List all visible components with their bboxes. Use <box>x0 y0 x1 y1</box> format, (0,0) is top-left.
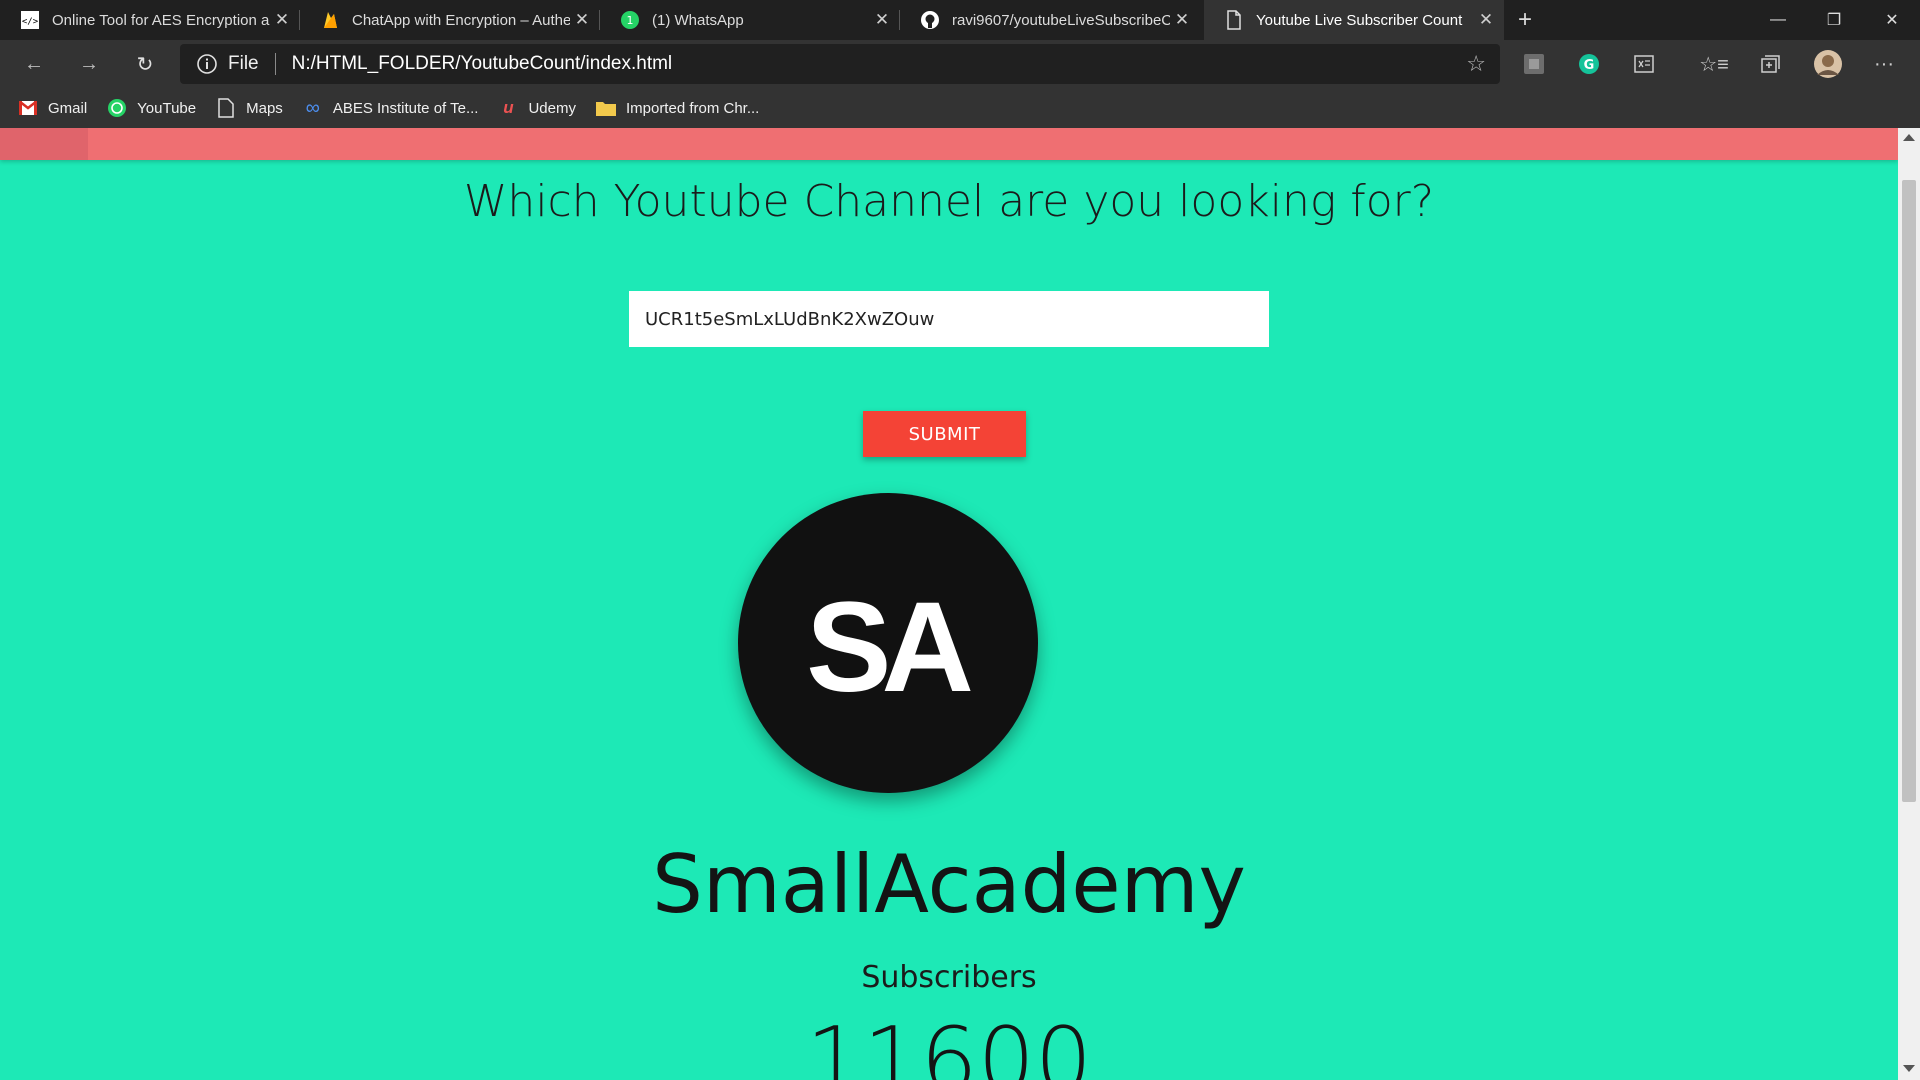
tab-youtube-count[interactable]: Youtube Live Subscriber Count ✕ <box>1204 0 1504 40</box>
channel-logo-text: SA <box>806 575 974 719</box>
scroll-down-icon[interactable] <box>1903 1065 1915 1072</box>
channel-name: SmallAcademy <box>652 838 1246 931</box>
tab-aes-tool[interactable]: </> Online Tool for AES Encryption a ✕ <box>0 0 300 40</box>
nav-bar-button[interactable] <box>0 128 88 160</box>
scheme-label: File <box>228 53 259 74</box>
restore-icon[interactable]: ❐ <box>1806 0 1862 40</box>
tab-strip: </> Online Tool for AES Encryption a ✕ C… <box>0 0 1920 40</box>
svg-text:</>: </> <box>22 17 39 27</box>
favorites-icon[interactable]: ☆≡ <box>1699 50 1729 78</box>
address-bar[interactable]: File N:/HTML_FOLDER/YoutubeCount/index.h… <box>180 44 1500 84</box>
bookmark-imported-folder[interactable]: Imported from Chr... <box>595 98 760 118</box>
info-icon[interactable] <box>196 53 218 75</box>
close-window-icon[interactable]: ✕ <box>1864 0 1920 40</box>
scroll-up-icon[interactable] <box>1903 134 1915 141</box>
vertical-scrollbar[interactable] <box>1898 128 1920 1080</box>
close-icon[interactable]: ✕ <box>1474 10 1498 30</box>
subscribers-label: Subscribers <box>861 960 1037 995</box>
svg-text:G: G <box>1584 58 1595 73</box>
submit-button[interactable]: SUBMIT <box>863 411 1026 457</box>
more-menu-icon[interactable]: ··· <box>1870 50 1898 78</box>
page-viewport: Which Youtube Channel are you looking fo… <box>0 128 1898 1080</box>
infinity-icon: ∞ <box>305 96 320 119</box>
bookmark-label: ABES Institute of Te... <box>332 99 479 117</box>
page-icon <box>1224 10 1244 30</box>
bookmark-label: Imported from Chr... <box>625 99 760 117</box>
svg-text:1: 1 <box>627 14 634 27</box>
scrollbar-thumb[interactable] <box>1902 180 1916 802</box>
browser-toolbar: ← → ↻ File N:/HTML_FOLDER/YoutubeCount/i… <box>0 40 1920 88</box>
bookmark-abes[interactable]: ∞ ABES Institute of Te... <box>303 96 479 119</box>
bookmark-label: Gmail <box>48 99 88 117</box>
tab-github[interactable]: ravi9607/youtubeLiveSubscribeC ✕ <box>900 0 1200 40</box>
bookmark-maps[interactable]: Maps <box>216 98 283 118</box>
tab-whatsapp[interactable]: 1 (1) WhatsApp ✕ <box>600 0 900 40</box>
back-arrow-icon[interactable]: ← <box>18 48 50 80</box>
page-heading: Which Youtube Channel are you looking fo… <box>463 176 1435 227</box>
folder-icon <box>595 98 616 118</box>
bookmark-gmail[interactable]: Gmail <box>18 98 87 118</box>
new-tab-button[interactable]: + <box>1510 0 1540 40</box>
tab-title: ravi9607/youtubeLiveSubscribeC <box>952 11 1170 29</box>
tab-chatapp[interactable]: ChatApp with Encryption – Authe ✕ <box>300 0 600 40</box>
subscriber-count: 11600 <box>805 1008 1093 1080</box>
tab-title: (1) WhatsApp <box>652 11 744 29</box>
channel-avatar: SA <box>738 493 1038 793</box>
close-icon[interactable]: ✕ <box>570 10 594 30</box>
url-text[interactable]: N:/HTML_FOLDER/YoutubeCount/index.html <box>292 53 673 75</box>
refresh-icon[interactable]: ↻ <box>129 48 161 80</box>
gmail-icon <box>18 98 38 118</box>
collections-icon[interactable] <box>1756 50 1784 78</box>
bookmark-label: Maps <box>246 99 283 117</box>
extension-icon[interactable] <box>1520 50 1548 78</box>
bookmark-udemy[interactable]: u Udemy <box>498 98 576 118</box>
close-icon[interactable]: ✕ <box>270 10 294 30</box>
forward-arrow-icon[interactable]: → <box>73 48 105 80</box>
whatsapp-icon <box>107 98 127 118</box>
page-icon <box>216 98 236 118</box>
close-icon[interactable]: ✕ <box>870 10 894 30</box>
page-nav-bar <box>0 128 1898 160</box>
tab-title: ChatApp with Encryption – Authe <box>352 11 570 29</box>
tab-title: Youtube Live Subscriber Count <box>1256 11 1463 29</box>
code-icon: </> <box>20 10 40 30</box>
tab-title: Online Tool for AES Encryption a <box>52 11 270 29</box>
bookmarks-bar: Gmail YouTube Maps ∞ ABES Institute of T… <box>0 88 1920 128</box>
bookmark-label: Udemy <box>528 99 576 117</box>
profile-avatar[interactable] <box>1813 49 1843 79</box>
bookmark-youtube[interactable]: YouTube <box>107 98 196 118</box>
address-divider <box>274 53 276 75</box>
whatsapp-icon: 1 <box>620 10 640 30</box>
bookmark-label: YouTube <box>137 99 197 117</box>
reading-view-icon[interactable] <box>1630 50 1658 78</box>
grammarly-icon[interactable]: G <box>1575 50 1603 78</box>
udemy-icon: u <box>503 98 514 117</box>
minimize-icon[interactable]: — <box>1750 0 1806 40</box>
firebase-icon <box>320 10 340 30</box>
github-icon <box>920 10 940 30</box>
close-icon[interactable]: ✕ <box>1170 10 1194 30</box>
star-icon[interactable]: ☆ <box>1466 51 1486 77</box>
channel-id-input[interactable] <box>629 291 1269 347</box>
